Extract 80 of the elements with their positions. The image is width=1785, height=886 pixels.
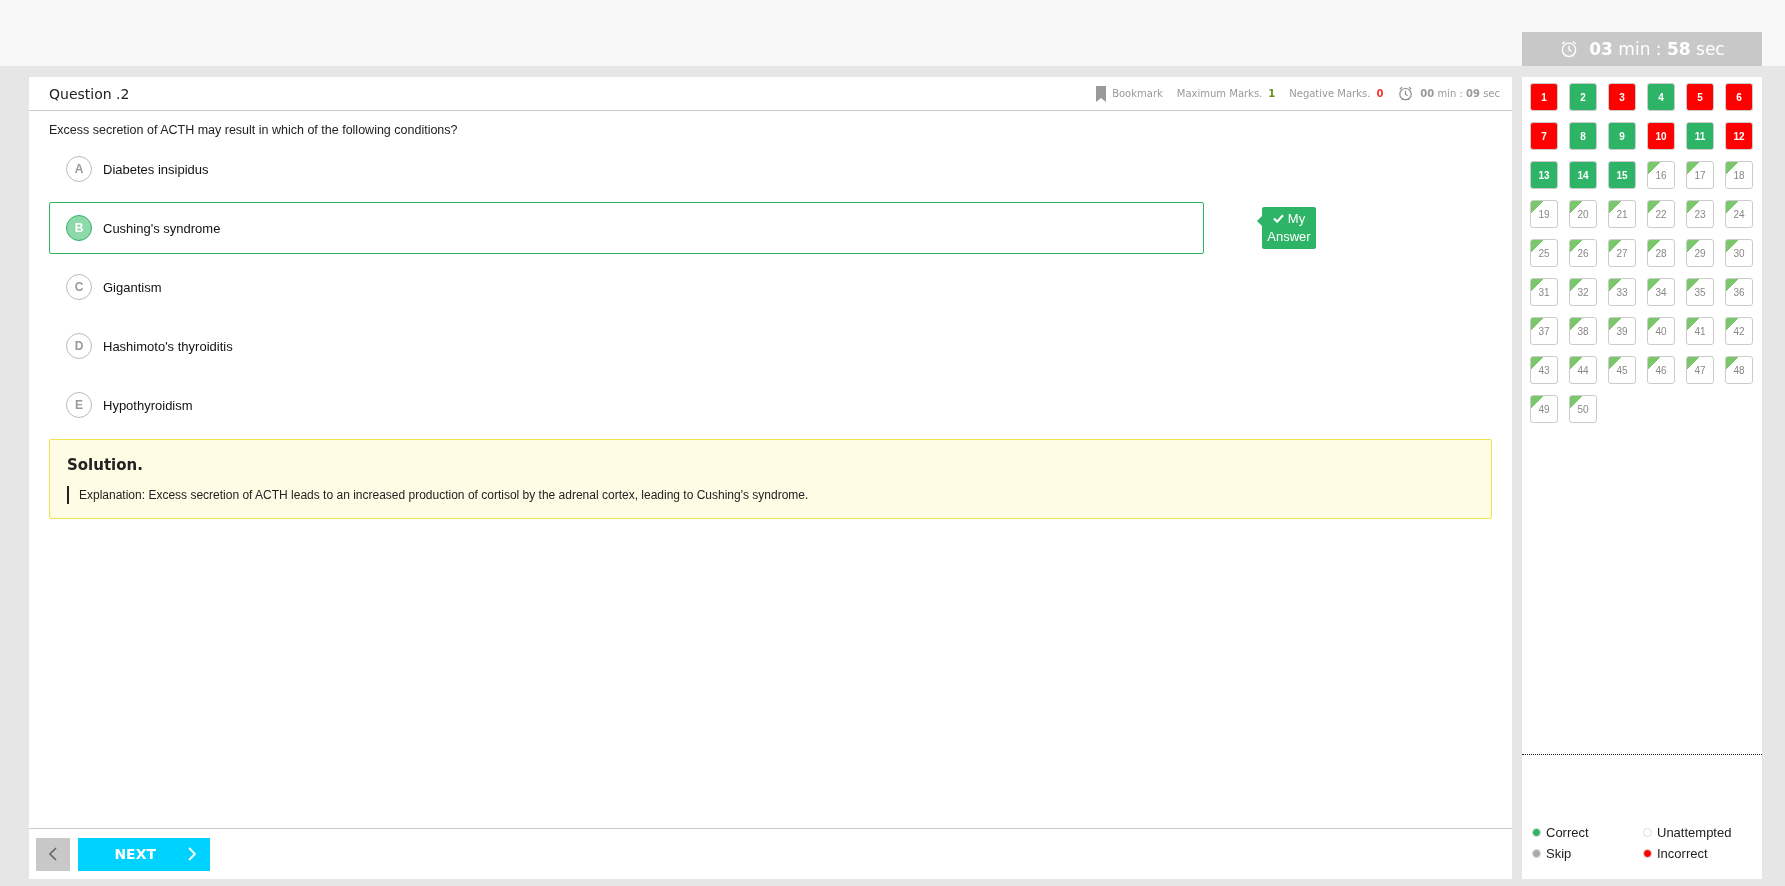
question-number-tile[interactable]: 14 [1569, 161, 1597, 189]
question-number-tile[interactable]: 45 [1608, 356, 1636, 384]
question-number-tile[interactable]: 36 [1725, 278, 1753, 306]
negative-marks-value: 0 [1376, 88, 1384, 99]
question-number-tile[interactable]: 33 [1608, 278, 1636, 306]
question-number-tile[interactable]: 25 [1530, 239, 1558, 267]
previous-button[interactable] [36, 837, 70, 871]
question-number-tile[interactable]: 4 [1647, 83, 1675, 111]
question-number-tile[interactable]: 1 [1530, 83, 1558, 111]
question-number-tile[interactable]: 30 [1725, 239, 1753, 267]
question-number-tile[interactable]: 28 [1647, 239, 1675, 267]
question-number-tile[interactable]: 19 [1530, 200, 1558, 228]
question-number-tile[interactable]: 7 [1530, 122, 1558, 150]
answer-option[interactable]: C Gigantism [49, 261, 1204, 313]
chevron-left-icon [49, 847, 57, 861]
question-number-tile[interactable]: 27 [1608, 239, 1636, 267]
question-number-tile[interactable]: 35 [1686, 278, 1714, 306]
solution-text: Explanation: Excess secretion of ACTH leads to an increased production of cortisol by the adrenal cortex, leading to Cushing's syndrome. [67, 486, 1474, 504]
question-number-tile[interactable]: 3 [1608, 83, 1636, 111]
answer-option[interactable]: D Hashimoto's thyroiditis [49, 320, 1204, 372]
question-timer: 00 min : 09 sec [1420, 88, 1500, 99]
question-number-tile[interactable]: 32 [1569, 278, 1597, 306]
question-number-tile[interactable]: 34 [1647, 278, 1675, 306]
question-number-tile[interactable]: 13 [1530, 161, 1558, 189]
question-number-tile[interactable]: 48 [1725, 356, 1753, 384]
option-letter: E [66, 392, 92, 418]
question-title: Question .2 [49, 85, 130, 102]
legend-label: Correct [1546, 825, 1589, 840]
question-number-tile[interactable]: 5 [1686, 83, 1714, 111]
question-number-tile[interactable]: 50 [1569, 395, 1597, 423]
negative-marks-label: Negative Marks. [1289, 88, 1371, 99]
question-number-tile[interactable]: 24 [1725, 200, 1753, 228]
question-number-tile[interactable]: 40 [1647, 317, 1675, 345]
question-number-tile[interactable]: 2 [1569, 83, 1597, 111]
question-number-tile[interactable]: 46 [1647, 356, 1675, 384]
question-number-tile[interactable]: 37 [1530, 317, 1558, 345]
chevron-right-icon [188, 847, 196, 861]
question-number-tile[interactable]: 43 [1530, 356, 1558, 384]
question-number-tile[interactable]: 42 [1725, 317, 1753, 345]
bookmark-label[interactable]: Bookmark [1112, 88, 1163, 99]
question-number-tile[interactable]: 12 [1725, 122, 1753, 150]
legend-label: Skip [1546, 846, 1572, 861]
option-letter: D [66, 333, 92, 359]
question-number-tile[interactable]: 18 [1725, 161, 1753, 189]
question-number-tile[interactable]: 38 [1569, 317, 1597, 345]
question-number-tile[interactable]: 21 [1608, 200, 1636, 228]
solution-title: Solution. [67, 456, 144, 474]
question-number-tile[interactable]: 39 [1608, 317, 1636, 345]
answer-option[interactable]: B Cushing's syndrome [49, 202, 1204, 254]
question-number-tile[interactable]: 9 [1608, 122, 1636, 150]
question-number-tile[interactable]: 47 [1686, 356, 1714, 384]
answer-option[interactable]: A Diabetes insipidus [49, 143, 1204, 195]
question-number-tile[interactable]: 26 [1569, 239, 1597, 267]
question-number-tile[interactable]: 17 [1686, 161, 1714, 189]
answer-option[interactable]: E Hypothyroidism [49, 379, 1204, 431]
question-number-tile[interactable]: 11 [1686, 122, 1714, 150]
question-number-tile[interactable]: 31 [1530, 278, 1558, 306]
question-number-tile[interactable]: 8 [1569, 122, 1597, 150]
max-marks-value: 1 [1268, 88, 1276, 99]
legend-label: Unattempted [1657, 825, 1732, 840]
max-marks-label: Maximum Marks. [1176, 88, 1263, 99]
question-number-tile[interactable]: 44 [1569, 356, 1597, 384]
option-letter: C [66, 274, 92, 300]
question-number-tile[interactable]: 20 [1569, 200, 1597, 228]
legend-label: Incorrect [1657, 846, 1708, 861]
check-icon [1272, 214, 1284, 224]
option-letter: A [66, 156, 92, 182]
question-number-tile[interactable]: 49 [1530, 395, 1558, 423]
question-number-tile[interactable]: 29 [1686, 239, 1714, 267]
question-number-tile[interactable]: 22 [1647, 200, 1675, 228]
question-number-tile[interactable]: 16 [1647, 161, 1675, 189]
question-text: Excess secretion of ACTH may result in which of the following conditions? [49, 123, 459, 137]
question-number-tile[interactable]: 6 [1725, 83, 1753, 111]
question-number-tile[interactable]: 15 [1608, 161, 1636, 189]
question-number-tile[interactable]: 41 [1686, 317, 1714, 345]
option-letter: B [66, 215, 92, 241]
question-number-tile[interactable]: 10 [1647, 122, 1675, 150]
alarm-clock-icon [1397, 85, 1415, 102]
bookmark-icon[interactable] [1096, 85, 1107, 102]
question-number-tile[interactable]: 23 [1686, 200, 1714, 228]
